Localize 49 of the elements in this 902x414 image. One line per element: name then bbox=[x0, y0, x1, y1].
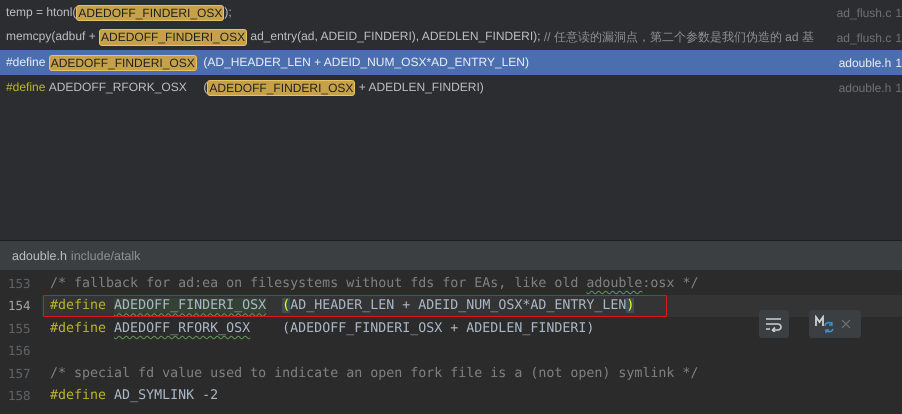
code-text: + ADEDLEN_FINDERI) bbox=[358, 80, 484, 96]
comment-text: /* special fd value used to indicate an open fork file is a (not open) symlink */ bbox=[50, 366, 698, 381]
code-text: (ADEDOFF_FINDERI_OSX + ADEDLEN_FINDERI) bbox=[281, 320, 594, 336]
usage-row[interactable]: #define ADEDOFF_FINDERI_OSX (AD_HEADER_LEN + ADEID_NUM_OSX*AD_ENTRY_LEN) adouble.h 1 bbox=[0, 50, 902, 75]
file-name: adouble.h bbox=[838, 80, 892, 94]
soft-wrap-icon bbox=[764, 316, 784, 332]
line-number: 158 bbox=[7, 388, 32, 404]
code-text: AD_HEADER_LEN + ADEID_NUM_OSX*AD_ENTRY_LEN bbox=[290, 298, 626, 314]
keyword-text: #define bbox=[50, 298, 108, 314]
line-number: 1 bbox=[895, 56, 902, 70]
file-path: include/atalk bbox=[70, 248, 140, 262]
line-number: 1 bbox=[895, 30, 902, 44]
file-name: adouble.h bbox=[12, 248, 67, 262]
match-highlight: ADEDOFF_FINDERI_OSX bbox=[76, 4, 224, 20]
file-name: adouble.h bbox=[838, 56, 892, 70]
file-name: ad_flush.c bbox=[836, 6, 892, 20]
comment-text: // 任意读的漏洞点，第二个参数是我们伪造的 ad 基 bbox=[544, 29, 814, 46]
comment-text: :osx */ bbox=[642, 276, 698, 291]
match-highlight: ADEDOFF_FINDERI_OSX bbox=[48, 54, 197, 70]
line-number: 157 bbox=[7, 366, 32, 381]
keyword-text: #define bbox=[6, 54, 46, 70]
line-number: 154 bbox=[7, 298, 32, 314]
match-highlight: ADEDOFF_FINDERI_OSX bbox=[207, 80, 356, 96]
code-text: ); bbox=[224, 4, 232, 20]
macro-name: ADEDOFF_FINDERI_OSX bbox=[114, 298, 266, 314]
close-icon bbox=[841, 319, 851, 329]
macro-name: ADEDOFF_RFORK_OSX bbox=[114, 320, 250, 336]
file-name: ad_flush.c bbox=[836, 30, 892, 44]
reload-maven-button[interactable] bbox=[815, 315, 835, 333]
keyword-text: #define bbox=[50, 388, 106, 404]
usage-row[interactable]: memcpy(adbuf + ADEDOFF_FINDERI_OSX ad_entry(ad, ADEID_FINDERI), ADEDLEN_FINDERI); // 任意读的漏洞点，第二个参数是我们伪造的 ad 基 ad_flush.c 1 bbox=[0, 25, 902, 50]
code-text: memcpy(adbuf + bbox=[6, 29, 97, 45]
line-number: 1 bbox=[895, 6, 902, 20]
comment-text: /* fallback for ad:ea on filesystems without fds for EAs, like old bbox=[50, 276, 580, 291]
line-number: 153 bbox=[7, 276, 32, 291]
code-text: (AD_HEADER_LEN + ADEID_NUM_OSX*AD_ENTRY_LEN) bbox=[202, 54, 529, 70]
matched-paren: ( bbox=[282, 298, 290, 314]
keyword-text: #define bbox=[6, 80, 46, 96]
keyword-text: #define bbox=[50, 320, 108, 336]
match-highlight: ADEDOFF_FINDERI_OSX bbox=[99, 29, 248, 46]
line-number: 1 bbox=[895, 80, 902, 94]
comment-text: adouble bbox=[586, 276, 642, 291]
matched-paren: ) bbox=[626, 298, 634, 314]
code-text: AD_SYMLINK -2 bbox=[113, 388, 218, 404]
line-number: 155 bbox=[7, 320, 32, 336]
line-number: 156 bbox=[7, 343, 32, 358]
code-text: ad_entry(ad, ADEID_FINDERI), ADEDLEN_FINDERI); bbox=[249, 29, 542, 45]
maven-reload-icon bbox=[815, 315, 835, 333]
soft-wrap-button[interactable] bbox=[759, 310, 789, 338]
